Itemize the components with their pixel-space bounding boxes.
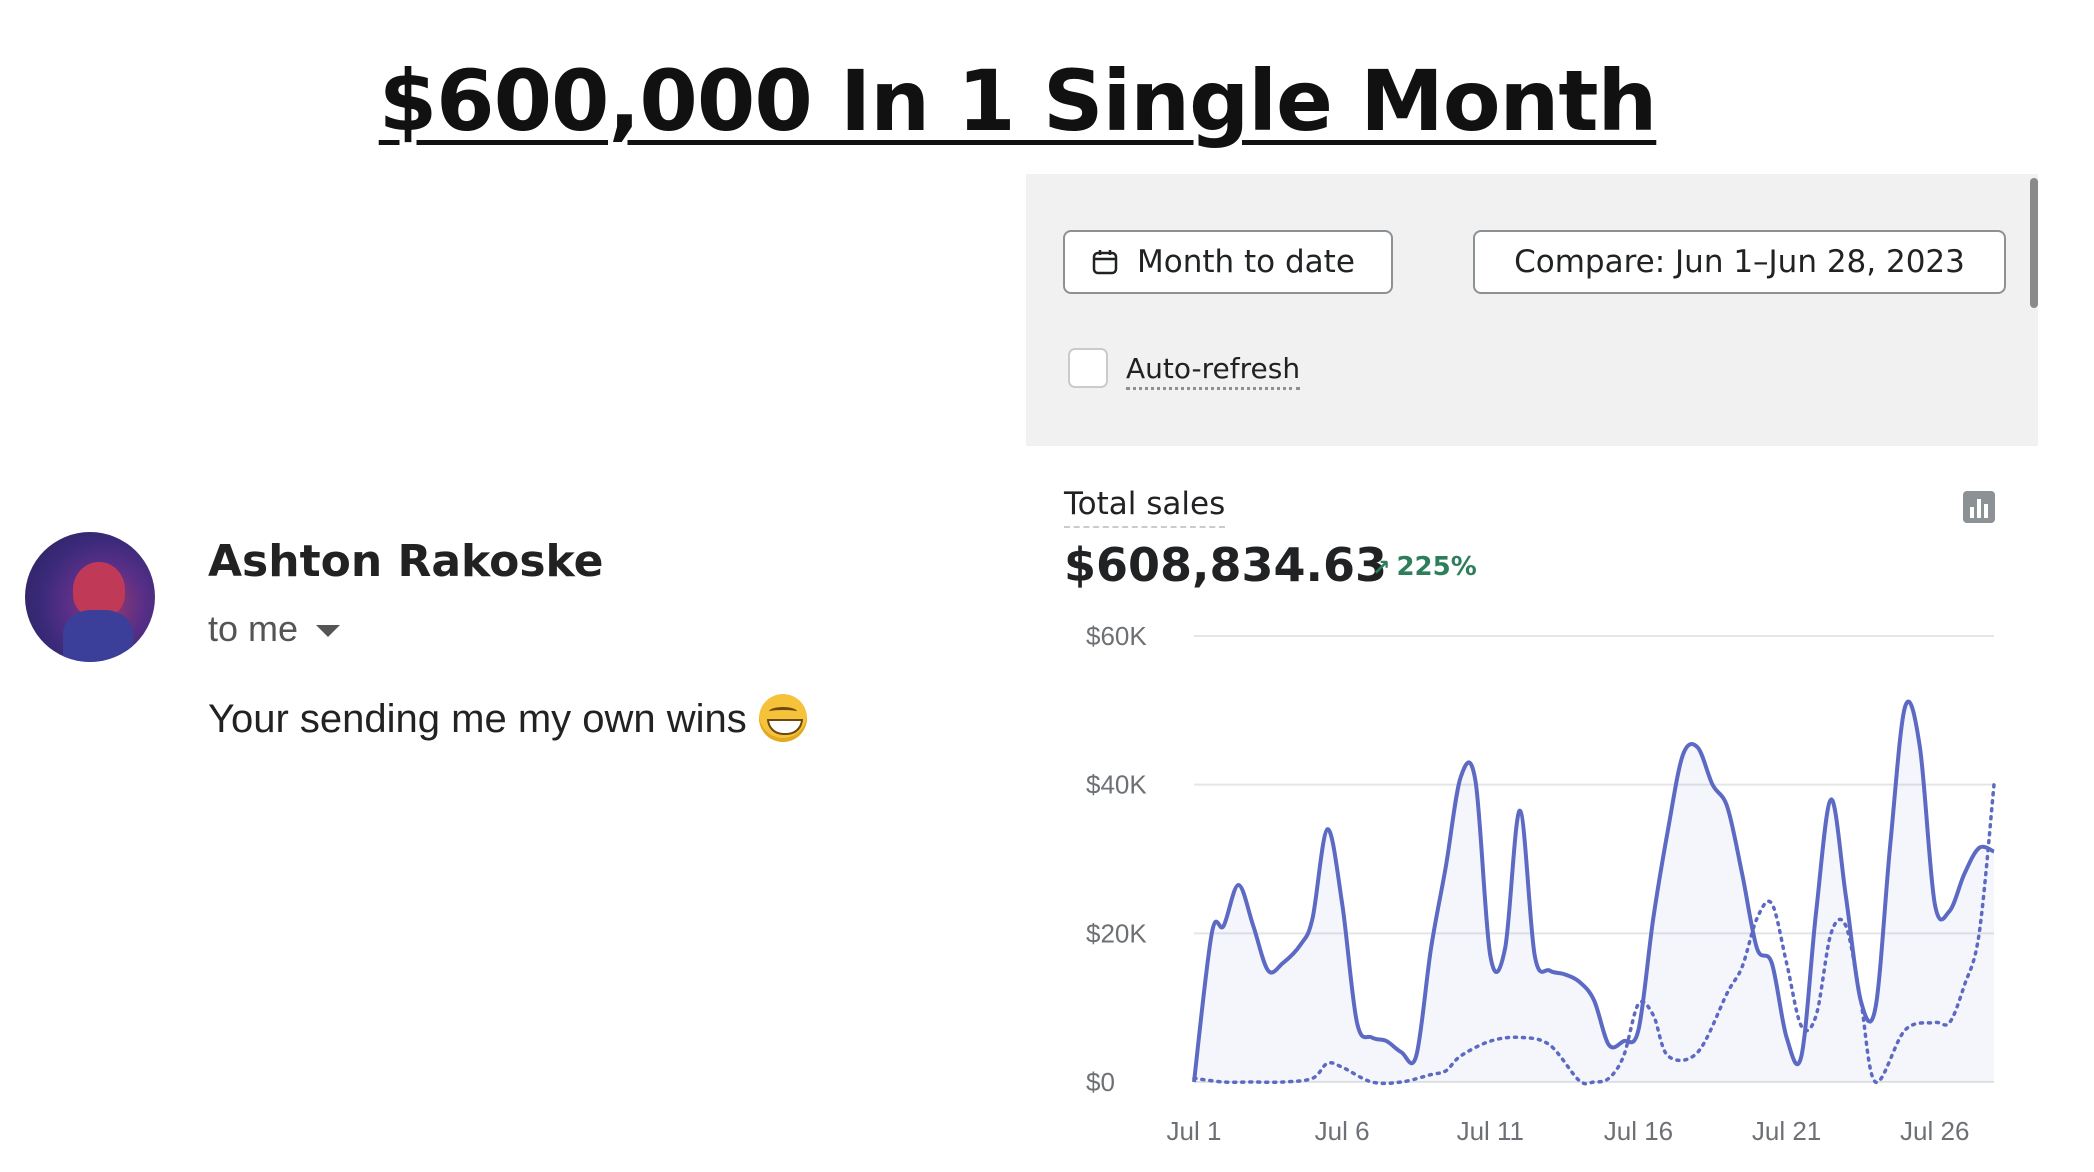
x-tick-label: Jul 26 [1900,1116,1969,1146]
avatar [25,532,155,662]
date-range-button[interactable]: Month to date [1063,230,1393,294]
sender-name: Ashton Rakoske [208,536,604,587]
recipient-text: to me [208,608,299,649]
date-range-label: Month to date [1137,244,1355,280]
calendar-icon [1092,250,1118,275]
scrollbar[interactable] [2030,178,2038,308]
total-sales-card: Total sales $608,834.63 ↗ 225% $0 $20K $40K… [1026,446,2038,1172]
avatar-figure-head [73,562,125,617]
y-tick-label: $40K [1086,770,1147,800]
x-tick-label: Jul 21 [1752,1116,1821,1146]
auto-refresh-label[interactable]: Auto-refresh [1126,352,1301,390]
grinning-face-emoji-icon [758,694,807,742]
series-area [1194,701,1994,1082]
y-tick-label: $0 [1086,1067,1115,1097]
x-tick-label: Jul 11 [1457,1116,1524,1146]
y-tick-label: $60K [1086,621,1147,651]
chevron-down-icon[interactable] [316,625,341,638]
email-message-text: Your sending me my own wins [208,697,747,741]
auto-refresh-checkbox[interactable] [1068,348,1108,388]
sales-line-chart: $0 $20K $40K $60K Jul 1 Jul 6 Jul 11 Jul 16 Jul … [1086,621,1996,1146]
avatar-figure-body [63,610,133,662]
x-tick-label: Jul 1 [1167,1116,1222,1146]
compare-range-button[interactable]: Compare: Jun 1–Jun 28, 2023 [1473,230,2006,294]
email-message: Your sending me my own wins [208,694,807,742]
x-tick-label: Jul 16 [1604,1116,1673,1146]
page-headline: $600,000 In 1 Single Month [378,52,1658,150]
x-tick-label: Jul 6 [1315,1116,1370,1146]
recipient-line[interactable]: to me [208,608,341,650]
dashboard-controls: Month to date Compare: Jun 1–Jun 28, 202… [1026,174,2038,446]
compare-range-label: Compare: Jun 1–Jun 28, 2023 [1514,244,1965,280]
y-tick-label: $20K [1086,918,1147,948]
